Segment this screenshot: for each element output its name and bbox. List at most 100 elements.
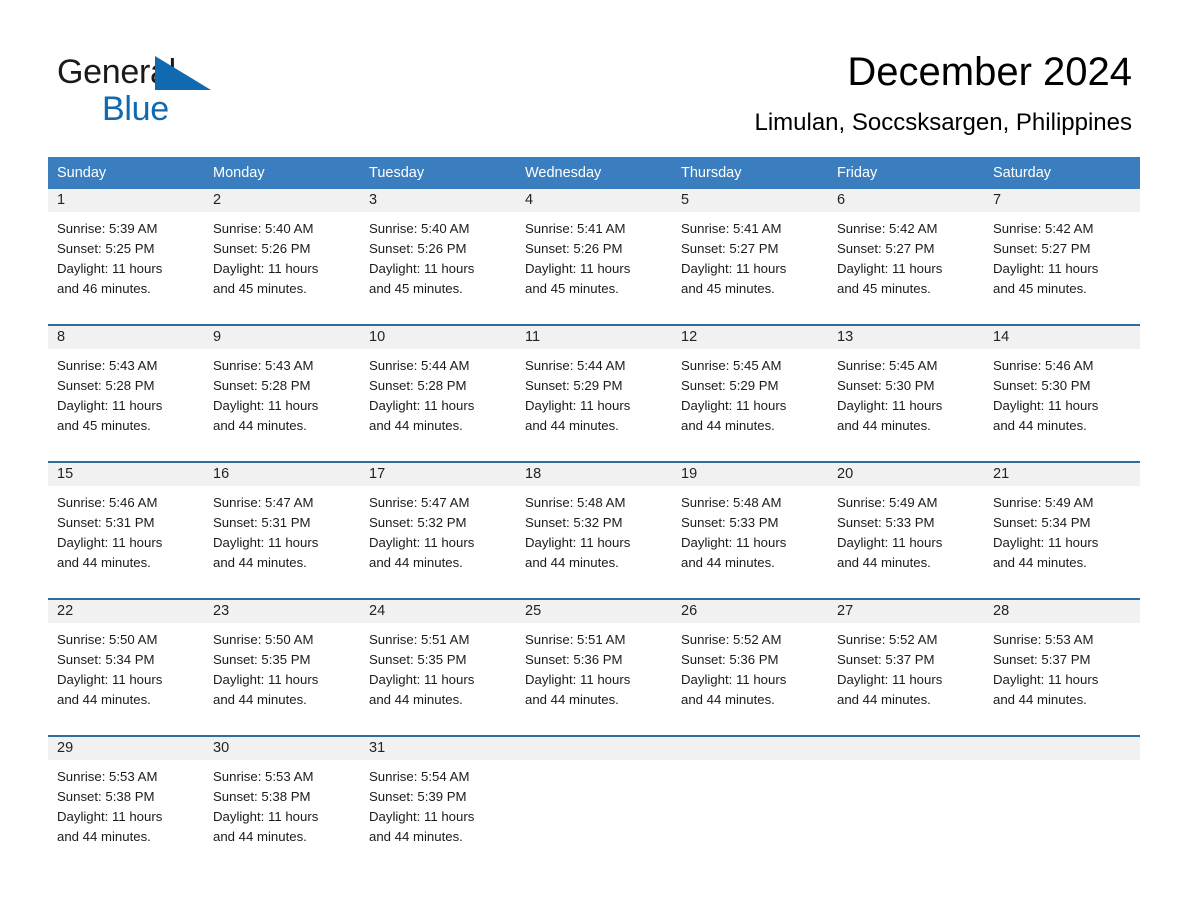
sunrise-text: Sunrise: 5:51 AM xyxy=(369,632,470,647)
day-cell[interactable]: 18 Sunrise: 5:48 AM Sunset: 5:32 PM Dayl… xyxy=(516,463,672,590)
day-details: Sunrise: 5:54 AM Sunset: 5:39 PM Dayligh… xyxy=(360,760,516,864)
sunrise-text: Sunrise: 5:53 AM xyxy=(993,632,1094,647)
day-cell[interactable]: 6 Sunrise: 5:42 AM Sunset: 5:27 PM Dayli… xyxy=(828,189,984,316)
day-number-band: 29 xyxy=(48,737,204,760)
day-cell[interactable]: 31 Sunrise: 5:54 AM Sunset: 5:39 PM Dayl… xyxy=(360,737,516,864)
week-row: 15 Sunrise: 5:46 AM Sunset: 5:31 PM Dayl… xyxy=(48,461,1140,590)
daylight-text-line2: and 44 minutes. xyxy=(369,692,463,708)
day-number: 30 xyxy=(213,740,230,756)
sunrise-text: Sunrise: 5:42 AM xyxy=(837,221,938,236)
daylight-text-line2: and 44 minutes. xyxy=(369,555,463,571)
day-cell[interactable]: 12 Sunrise: 5:45 AM Sunset: 5:29 PM Dayl… xyxy=(672,326,828,453)
day-cell[interactable]: 2 Sunrise: 5:40 AM Sunset: 5:26 PM Dayli… xyxy=(204,189,360,316)
day-cell[interactable]: 10 Sunrise: 5:44 AM Sunset: 5:28 PM Dayl… xyxy=(360,326,516,453)
day-cell[interactable]: 7 Sunrise: 5:42 AM Sunset: 5:27 PM Dayli… xyxy=(984,189,1140,316)
sunrise-text: Sunrise: 5:41 AM xyxy=(681,221,782,236)
day-cell[interactable]: 21 Sunrise: 5:49 AM Sunset: 5:34 PM Dayl… xyxy=(984,463,1140,590)
sunrise-text: Sunrise: 5:48 AM xyxy=(525,495,626,510)
sunset-text: Sunset: 5:38 PM xyxy=(57,789,155,805)
day-cell[interactable]: 14 Sunrise: 5:46 AM Sunset: 5:30 PM Dayl… xyxy=(984,326,1140,453)
day-cell-empty xyxy=(984,737,1140,864)
day-details xyxy=(516,760,672,864)
sunset-text: Sunset: 5:26 PM xyxy=(525,241,623,257)
day-details: Sunrise: 5:49 AM Sunset: 5:33 PM Dayligh… xyxy=(828,486,984,590)
day-number: 26 xyxy=(681,603,698,619)
sunset-text: Sunset: 5:30 PM xyxy=(993,378,1091,394)
day-cell[interactable]: 26 Sunrise: 5:52 AM Sunset: 5:36 PM Dayl… xyxy=(672,600,828,727)
day-number: 15 xyxy=(57,466,74,482)
sunrise-text: Sunrise: 5:53 AM xyxy=(213,769,314,784)
sunrise-text: Sunrise: 5:44 AM xyxy=(369,358,470,373)
sunrise-text: Sunrise: 5:48 AM xyxy=(681,495,782,510)
daylight-text-line2: and 45 minutes. xyxy=(213,281,307,297)
day-number: 27 xyxy=(837,603,854,619)
daylight-text-line1: Daylight: 11 hours xyxy=(57,261,163,277)
sunset-text: Sunset: 5:26 PM xyxy=(369,241,467,257)
day-cell[interactable]: 13 Sunrise: 5:45 AM Sunset: 5:30 PM Dayl… xyxy=(828,326,984,453)
day-number: 5 xyxy=(681,192,690,208)
weekday-header-tuesday: Tuesday xyxy=(369,165,425,181)
daylight-text-line1: Daylight: 11 hours xyxy=(213,398,319,414)
sunset-text: Sunset: 5:29 PM xyxy=(525,378,623,394)
day-number: 19 xyxy=(681,466,698,482)
daylight-text-line1: Daylight: 11 hours xyxy=(213,672,319,688)
day-details: Sunrise: 5:43 AM Sunset: 5:28 PM Dayligh… xyxy=(204,349,360,453)
day-number-band: 26 xyxy=(672,600,828,623)
day-cell[interactable]: 16 Sunrise: 5:47 AM Sunset: 5:31 PM Dayl… xyxy=(204,463,360,590)
daylight-text-line1: Daylight: 11 hours xyxy=(993,398,1099,414)
sunset-text: Sunset: 5:25 PM xyxy=(57,241,155,257)
daylight-text-line2: and 44 minutes. xyxy=(57,555,151,571)
day-cell[interactable]: 9 Sunrise: 5:43 AM Sunset: 5:28 PM Dayli… xyxy=(204,326,360,453)
daylight-text-line1: Daylight: 11 hours xyxy=(57,672,163,688)
weekday-header-friday: Friday xyxy=(837,165,878,181)
sunset-text: Sunset: 5:34 PM xyxy=(993,515,1091,531)
day-cell[interactable]: 29 Sunrise: 5:53 AM Sunset: 5:38 PM Dayl… xyxy=(48,737,204,864)
day-number: 9 xyxy=(213,329,222,345)
day-cell[interactable]: 5 Sunrise: 5:41 AM Sunset: 5:27 PM Dayli… xyxy=(672,189,828,316)
week-row: 29 Sunrise: 5:53 AM Sunset: 5:38 PM Dayl… xyxy=(48,735,1140,864)
day-cell[interactable]: 19 Sunrise: 5:48 AM Sunset: 5:33 PM Dayl… xyxy=(672,463,828,590)
day-cell[interactable]: 27 Sunrise: 5:52 AM Sunset: 5:37 PM Dayl… xyxy=(828,600,984,727)
day-number-band: 28 xyxy=(984,600,1140,623)
day-details: Sunrise: 5:53 AM Sunset: 5:38 PM Dayligh… xyxy=(48,760,204,864)
day-cell[interactable]: 3 Sunrise: 5:40 AM Sunset: 5:26 PM Dayli… xyxy=(360,189,516,316)
weekday-header-monday: Monday xyxy=(213,165,265,181)
day-number: 12 xyxy=(681,329,698,345)
day-number: 17 xyxy=(369,466,386,482)
day-number-band: 25 xyxy=(516,600,672,623)
day-number: 6 xyxy=(837,192,846,208)
day-cell[interactable]: 17 Sunrise: 5:47 AM Sunset: 5:32 PM Dayl… xyxy=(360,463,516,590)
sunset-text: Sunset: 5:28 PM xyxy=(213,378,311,394)
day-cell[interactable]: 4 Sunrise: 5:41 AM Sunset: 5:26 PM Dayli… xyxy=(516,189,672,316)
daylight-text-line2: and 45 minutes. xyxy=(57,418,151,434)
day-cell[interactable]: 28 Sunrise: 5:53 AM Sunset: 5:37 PM Dayl… xyxy=(984,600,1140,727)
day-cell[interactable]: 23 Sunrise: 5:50 AM Sunset: 5:35 PM Dayl… xyxy=(204,600,360,727)
day-cell[interactable]: 1 Sunrise: 5:39 AM Sunset: 5:25 PM Dayli… xyxy=(48,189,204,316)
logo-triangle-icon xyxy=(155,56,211,95)
daylight-text-line1: Daylight: 11 hours xyxy=(993,261,1099,277)
day-details: Sunrise: 5:45 AM Sunset: 5:30 PM Dayligh… xyxy=(828,349,984,453)
sunrise-text: Sunrise: 5:50 AM xyxy=(57,632,158,647)
day-cell-empty xyxy=(672,737,828,864)
day-number-band: 4 xyxy=(516,189,672,212)
day-number: 2 xyxy=(213,192,222,208)
day-cell[interactable]: 20 Sunrise: 5:49 AM Sunset: 5:33 PM Dayl… xyxy=(828,463,984,590)
day-cell[interactable]: 30 Sunrise: 5:53 AM Sunset: 5:38 PM Dayl… xyxy=(204,737,360,864)
daylight-text-line2: and 44 minutes. xyxy=(525,692,619,708)
daylight-text-line2: and 44 minutes. xyxy=(213,692,307,708)
day-number-band: 1 xyxy=(48,189,204,212)
sunrise-text: Sunrise: 5:40 AM xyxy=(213,221,314,236)
daylight-text-line1: Daylight: 11 hours xyxy=(837,261,943,277)
day-cell[interactable]: 8 Sunrise: 5:43 AM Sunset: 5:28 PM Dayli… xyxy=(48,326,204,453)
day-cell[interactable]: 22 Sunrise: 5:50 AM Sunset: 5:34 PM Dayl… xyxy=(48,600,204,727)
day-details: Sunrise: 5:41 AM Sunset: 5:27 PM Dayligh… xyxy=(672,212,828,316)
day-cell[interactable]: 24 Sunrise: 5:51 AM Sunset: 5:35 PM Dayl… xyxy=(360,600,516,727)
day-cell[interactable]: 15 Sunrise: 5:46 AM Sunset: 5:31 PM Dayl… xyxy=(48,463,204,590)
sunset-text: Sunset: 5:33 PM xyxy=(837,515,935,531)
day-cell[interactable]: 25 Sunrise: 5:51 AM Sunset: 5:36 PM Dayl… xyxy=(516,600,672,727)
daylight-text-line1: Daylight: 11 hours xyxy=(369,672,475,688)
day-cell[interactable]: 11 Sunrise: 5:44 AM Sunset: 5:29 PM Dayl… xyxy=(516,326,672,453)
day-number: 1 xyxy=(57,192,66,208)
day-number-band: 16 xyxy=(204,463,360,486)
day-number-band: 15 xyxy=(48,463,204,486)
